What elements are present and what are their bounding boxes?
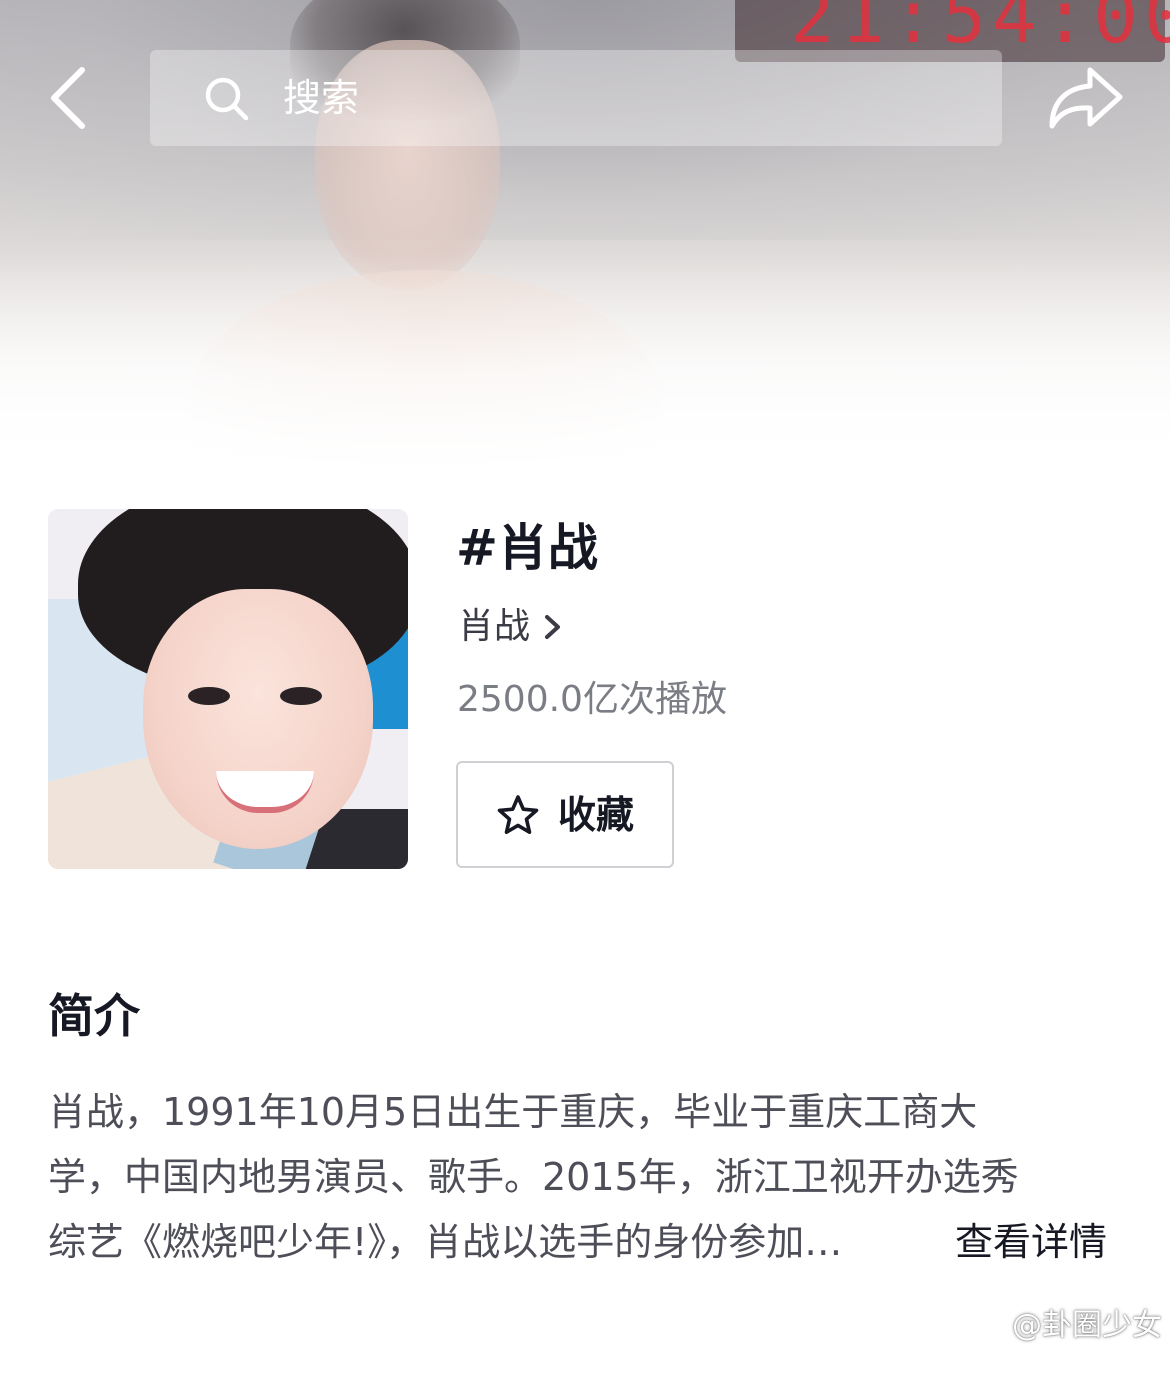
search-bar[interactable]: 搜索	[150, 50, 1002, 146]
view-details-link[interactable]: 查看详情	[955, 1210, 1107, 1275]
favorite-button[interactable]: 收藏	[456, 761, 674, 868]
search-icon	[205, 77, 249, 121]
watermark: @卦圈少女	[960, 1300, 1162, 1344]
weibo-logo-icon	[961, 1306, 1004, 1340]
play-count: 2500.0亿次播放	[457, 679, 727, 720]
back-button[interactable]	[40, 60, 100, 136]
share-button[interactable]	[1046, 64, 1126, 132]
favorite-label: 收藏	[557, 792, 634, 837]
cover-eye-left	[188, 687, 230, 705]
star-icon	[497, 794, 539, 834]
topic-creator-label: 肖战	[458, 606, 531, 647]
topic-creator-link[interactable]: 肖战	[458, 602, 566, 652]
intro-heading: 简介	[48, 989, 140, 1043]
search-placeholder: 搜索	[283, 76, 360, 120]
intro-line: 肖战，1991年10月5日出生于重庆，毕业于重庆工商大	[48, 1090, 978, 1134]
topic-cover-image	[48, 509, 408, 869]
chevron-right-icon	[545, 615, 561, 639]
topic-title: #肖战	[456, 519, 598, 577]
watermark-text: @卦圈少女	[1012, 1308, 1162, 1343]
intro-line: 学，中国内地男演员、歌手。2015年，浙江卫视开办选秀	[48, 1155, 1019, 1199]
cover-eye-right	[280, 687, 322, 705]
back-arrow-icon	[51, 67, 85, 129]
share-icon	[1049, 67, 1123, 129]
banner-fade	[0, 250, 1170, 470]
